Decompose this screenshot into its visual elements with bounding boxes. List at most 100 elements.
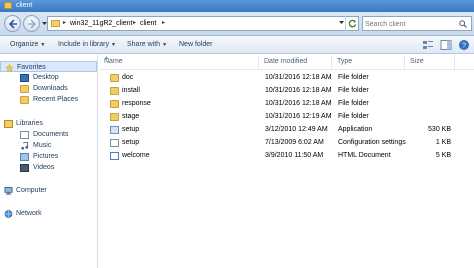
nav-label: Pictures xyxy=(33,153,59,160)
file-date: 10/31/2016 12:19 AM xyxy=(265,113,332,120)
recent-places-icon xyxy=(20,96,29,104)
file-list: Name ▲ Date modified Type Size doc 10/31… xyxy=(99,55,474,268)
breadcrumb-separator[interactable]: ▸ xyxy=(162,17,165,30)
file-size: 530 KB xyxy=(428,126,451,133)
folder-icon xyxy=(51,20,60,27)
refresh-button[interactable] xyxy=(345,16,359,31)
file-date: 10/31/2016 12:18 AM xyxy=(265,100,332,107)
nav-item-libraries[interactable]: Libraries xyxy=(0,118,97,129)
share-with-button[interactable]: Share with ▼ xyxy=(127,36,167,54)
address-bar[interactable]: ▸ win32_11gR2_client ▸ client ▸ xyxy=(47,16,359,31)
search-icon[interactable] xyxy=(459,20,467,28)
file-name: setup xyxy=(122,126,140,133)
organize-button[interactable]: Organize ▼ xyxy=(10,36,45,54)
file-name: doc xyxy=(122,74,134,81)
file-name: install xyxy=(122,87,140,94)
new-folder-button[interactable]: New folder xyxy=(179,36,212,54)
nav-item-music[interactable]: Music xyxy=(0,140,97,151)
breadcrumb-item[interactable]: client xyxy=(140,17,156,30)
chevron-down-icon: ▼ xyxy=(40,42,46,48)
nav-item-network[interactable]: Network xyxy=(0,208,97,219)
nav-label: Libraries xyxy=(16,120,43,127)
forward-button[interactable] xyxy=(23,15,40,32)
window-title: client xyxy=(16,2,33,9)
file-date: 10/31/2016 12:18 AM xyxy=(265,87,332,94)
folder-icon xyxy=(110,113,119,121)
window-titlebar[interactable]: client xyxy=(0,0,474,12)
header-divider xyxy=(99,69,474,70)
folder-icon xyxy=(110,100,119,108)
nav-label: Network xyxy=(16,210,42,217)
nav-label: Computer xyxy=(16,187,47,194)
nav-label: Videos xyxy=(33,164,55,171)
table-row[interactable]: stage 10/31/2016 12:19 AM File folder xyxy=(99,110,474,123)
arrow-left-icon xyxy=(8,19,17,29)
breadcrumb-item[interactable]: win32_11gR2_client xyxy=(70,17,133,30)
search-box[interactable] xyxy=(362,16,472,31)
table-row[interactable]: setup 7/13/2009 6:02 AM Configuration se… xyxy=(99,136,474,149)
nav-item-computer[interactable]: Computer xyxy=(0,185,97,196)
file-type: Application xyxy=(338,126,373,133)
table-row[interactable]: install 10/31/2016 12:18 AM File folder xyxy=(99,84,474,97)
column-header-size[interactable]: Size xyxy=(405,55,455,69)
include-in-library-button[interactable]: Include in library ▼ xyxy=(58,36,116,54)
file-date: 10/31/2016 12:18 AM xyxy=(265,74,332,81)
folder-icon xyxy=(110,74,119,82)
file-size: 5 KB xyxy=(435,152,451,159)
back-button[interactable] xyxy=(4,15,21,32)
nav-item-desktop[interactable]: Desktop xyxy=(0,72,97,83)
file-name: setup xyxy=(122,139,140,146)
nav-item-favorites[interactable]: Favorites xyxy=(0,61,97,72)
computer-icon xyxy=(4,187,13,195)
column-header-label: Date modified xyxy=(264,58,308,65)
change-view-icon[interactable] xyxy=(422,39,434,51)
file-type: File folder xyxy=(338,113,369,120)
file-type: File folder xyxy=(338,74,369,81)
nav-label: Documents xyxy=(33,131,69,138)
navigation-pane: Favorites Desktop Downloads Recent Place… xyxy=(0,55,98,268)
nav-item-videos[interactable]: Videos xyxy=(0,162,97,173)
file-type: File folder xyxy=(338,87,369,94)
help-icon[interactable]: ? xyxy=(458,39,470,51)
music-icon xyxy=(21,142,29,150)
videos-icon xyxy=(20,164,29,172)
file-type: File folder xyxy=(338,100,369,107)
nav-item-downloads[interactable]: Downloads xyxy=(0,83,97,94)
table-row[interactable]: response 10/31/2016 12:18 AM File folder xyxy=(99,97,474,110)
organize-label: Organize xyxy=(10,41,39,48)
column-header-label: Size xyxy=(410,58,424,65)
nav-item-pictures[interactable]: Pictures xyxy=(0,151,97,162)
view-controls: ? xyxy=(418,39,470,53)
nav-item-recent-places[interactable]: Recent Places xyxy=(0,94,97,105)
documents-icon xyxy=(20,131,29,139)
star-icon xyxy=(5,64,14,72)
include-in-library-label: Include in library xyxy=(58,41,109,48)
downloads-icon xyxy=(20,85,29,93)
search-input[interactable] xyxy=(365,18,457,30)
table-row[interactable]: doc 10/31/2016 12:18 AM File folder xyxy=(99,71,474,84)
column-header-date-modified[interactable]: Date modified xyxy=(259,55,332,69)
table-row[interactable]: welcome 3/9/2010 11:50 AM HTML Document … xyxy=(99,149,474,162)
file-date: 3/12/2010 12:49 AM xyxy=(265,126,328,133)
arrow-right-icon xyxy=(28,19,37,29)
chevron-down-icon: ▼ xyxy=(162,42,168,48)
table-row[interactable]: setup 3/12/2010 12:49 AM Application 530… xyxy=(99,123,474,136)
column-header-name[interactable]: Name ▲ xyxy=(99,55,259,69)
file-name: stage xyxy=(122,113,140,120)
new-folder-label: New folder xyxy=(179,41,213,48)
chevron-down-icon[interactable] xyxy=(339,21,344,25)
command-toolbar: Organize ▼ Include in library ▼ Share with… xyxy=(0,36,474,54)
folder-icon xyxy=(4,2,12,9)
nav-item-documents[interactable]: Documents xyxy=(0,129,97,140)
html-file-icon xyxy=(110,152,119,160)
nav-label: Recent Places xyxy=(33,96,79,103)
libraries-icon xyxy=(4,120,13,128)
breadcrumb-separator[interactable]: ▸ xyxy=(63,17,66,30)
folder-icon xyxy=(110,87,119,95)
svg-text:?: ? xyxy=(462,41,466,50)
preview-pane-icon[interactable] xyxy=(440,39,452,51)
file-date: 7/13/2009 6:02 AM xyxy=(265,139,324,146)
nav-label: Downloads xyxy=(33,85,68,92)
breadcrumb-separator[interactable]: ▸ xyxy=(133,17,136,30)
column-header-type[interactable]: Type xyxy=(332,55,405,69)
